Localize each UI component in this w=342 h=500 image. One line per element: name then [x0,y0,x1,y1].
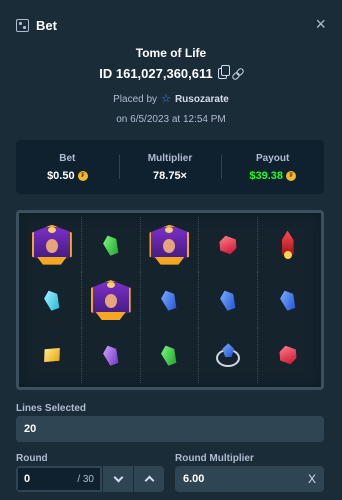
lines-label: Lines Selected [16,403,87,414]
cyan-gem-icon [42,288,62,312]
stat-bet-value-row: $0.50 ₮ [47,170,88,182]
goddess-symbol-icon [88,276,134,324]
stat-payout-value-row: $39.38 ₮ [249,170,296,182]
modal-header: Bet × [0,0,342,50]
stat-payout: Payout $39.38 ₮ [221,140,324,194]
placed-by-row: Placed by ☆ Rusozarate [0,93,342,106]
slot-cell [23,272,82,328]
round-stepper: 0 / 30 [16,466,164,492]
link-icon[interactable] [232,68,243,79]
yellow-gem-icon [42,347,62,364]
stat-payout-value: $39.38 [249,169,283,182]
round-value: 0 [24,473,31,485]
chevron-up-icon [144,475,154,486]
green-gem-icon [159,344,179,368]
round-multiplier-suffix: X [307,472,316,486]
vip-star-icon: ☆ [161,93,171,105]
goddess-symbol-icon [146,221,192,269]
stat-multiplier: Multiplier 78.75× [118,140,222,194]
round-multiplier-label: Round Multiplier [175,453,254,464]
placed-by-label: Placed by [113,94,158,105]
stat-payout-label: Payout [256,152,290,164]
green-gem-icon [101,233,121,257]
dice-icon [16,18,29,32]
ship-symbol-icon [278,230,298,259]
slot-cell [258,217,317,272]
stat-bet-label: Bet [59,152,76,164]
goddess-symbol-icon [29,221,75,269]
coin-icon: ₮ [77,170,88,181]
bet-id-row: ID 161,027,360,611 [0,65,342,81]
slot-cell [23,217,82,273]
round-label: Round [16,453,48,464]
username[interactable]: Rusozarate [175,94,229,105]
lines-input[interactable]: 20 [16,416,324,442]
copy-icon[interactable] [217,65,230,79]
round-total: / 30 [77,473,94,485]
slot-cell [23,327,82,383]
bet-stats-panel: Bet $0.50 ₮ Multiplier 78.75× Payout $39… [16,140,324,194]
purple-gem-icon [101,344,121,368]
stat-bet-value: $0.50 [47,169,75,182]
slot-grid [23,217,317,383]
slot-cell [82,327,141,383]
red-gem-icon [217,234,239,255]
stat-multiplier-value: 78.75× [153,169,187,182]
slot-cell [258,328,317,383]
coin-icon: ₮ [286,170,296,181]
bet-date: on 6/5/2023 at 12:54 PM [116,114,226,125]
round-multiplier-value: 6.00 [183,473,205,485]
slot-cell [141,217,200,273]
red-gem-icon [276,345,298,366]
blue-gem-icon [218,288,238,312]
round-down-button[interactable] [102,466,133,492]
chevron-down-icon [113,472,123,483]
slot-cell [141,272,200,328]
slot-cell [82,217,141,273]
slot-cell [199,327,259,383]
slot-cell [199,217,259,273]
ring-symbol-icon [216,343,241,368]
slot-board [16,210,324,390]
stat-multiplier-label: Multiplier [147,152,193,164]
slot-cell [82,272,141,328]
bet-id: ID 161,027,360,611 [99,66,213,81]
blue-gem-icon [159,288,179,312]
stat-bet: Bet $0.50 ₮ [16,140,119,194]
modal-title: Bet [36,17,57,33]
close-button[interactable]: × [315,14,326,34]
slot-cell [199,272,259,328]
round-multiplier-field[interactable]: 6.00 X [175,466,324,492]
round-up-button[interactable] [133,466,164,492]
slot-cell [258,272,317,327]
blue-gem-icon [278,288,298,312]
game-name[interactable]: Tome of Life [0,46,342,60]
round-input[interactable]: 0 / 30 [16,466,102,492]
slot-cell [141,327,200,383]
